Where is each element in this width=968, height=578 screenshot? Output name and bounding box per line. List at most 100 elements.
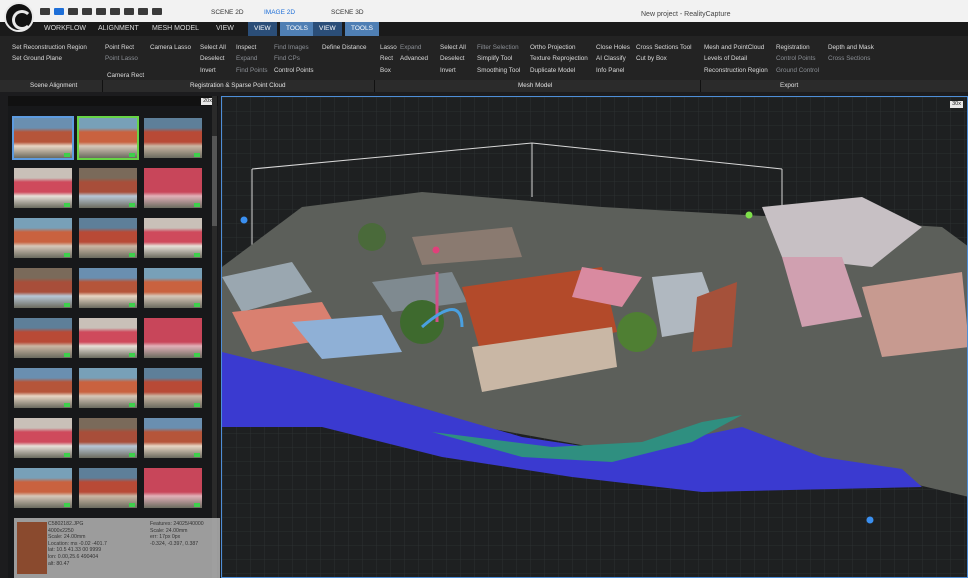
image-thumbnail[interactable] (79, 168, 137, 208)
image-thumbnail[interactable] (79, 418, 137, 458)
simplify-tool-button[interactable]: Simplify Tool (477, 55, 512, 62)
ground-control-point[interactable] (745, 211, 753, 219)
quick-access-toolbar[interactable] (40, 8, 162, 15)
image-thumbnail[interactable] (14, 168, 72, 208)
set-reconstruction-region-button[interactable]: Set Reconstruction Region (12, 44, 87, 51)
duplicate-model-button[interactable]: Duplicate Model (530, 67, 575, 74)
tab-scene-3d[interactable]: SCENE 3D (331, 9, 364, 16)
export-mesh-pointcloud-button[interactable]: Mesh and PointCloud (704, 44, 764, 51)
rect-button[interactable]: Rect (380, 55, 393, 62)
tab-image-2d[interactable]: IMAGE 2D (264, 9, 295, 16)
find-points-button[interactable]: Find Points (236, 67, 268, 74)
image-thumbnail[interactable] (14, 268, 72, 308)
image-thumbnail[interactable] (144, 418, 202, 458)
scrollbar-thumb[interactable] (212, 136, 217, 226)
inspect-button[interactable]: Inspect (236, 44, 256, 51)
texture-reprojection-button[interactable]: Texture Reprojection (530, 55, 588, 62)
export-cross-sections-button[interactable]: Cross Sections (828, 55, 870, 62)
image-thumbnail[interactable] (14, 218, 72, 258)
layout-icon[interactable] (96, 8, 106, 15)
image-thumbnail[interactable] (144, 118, 202, 158)
image-thumbnail[interactable] (14, 368, 72, 408)
export-control-points-button[interactable]: Control Points (776, 55, 816, 62)
smoothing-tool-button[interactable]: Smoothing Tool (477, 67, 520, 74)
info-location: Location: ms -0.02 -401.7 (48, 540, 107, 547)
image-thumbnail[interactable] (144, 168, 202, 208)
tab-view[interactable]: VIEW (313, 22, 342, 36)
image-thumbnail[interactable] (144, 468, 202, 508)
define-distance-button[interactable]: Define Distance (322, 44, 366, 51)
export-ground-control-button[interactable]: Ground Control (776, 67, 819, 74)
image-thumbnail[interactable] (14, 468, 72, 508)
export-registration-button[interactable]: Registration (776, 44, 810, 51)
deselect-button[interactable]: Deselect (200, 55, 225, 62)
menu-view[interactable]: VIEW (216, 25, 234, 32)
cut-by-box-button[interactable]: Cut by Box (636, 55, 667, 62)
tab-tools[interactable]: TOOLS (280, 22, 314, 36)
lasso-button[interactable]: Lasso (380, 44, 397, 51)
image-thumbnail[interactable] (79, 268, 137, 308)
image-thumbnail[interactable] (144, 318, 202, 358)
point-lasso-button[interactable]: Point Lasso (105, 55, 138, 62)
mesh-invert-button[interactable]: Invert (440, 67, 456, 74)
aligned-marker (64, 203, 70, 207)
select-all-button[interactable]: Select All (200, 44, 226, 51)
close-holes-button[interactable]: Close Holes (596, 44, 630, 51)
point-rect-button[interactable]: Point Rect (105, 44, 134, 51)
image-thumbnail[interactable] (79, 318, 137, 358)
ortho-projection-button[interactable]: Ortho Projection (530, 44, 576, 51)
tab-tools[interactable]: TOOLS (345, 22, 379, 36)
mesh-select-all-button[interactable]: Select All (440, 44, 466, 51)
ground-control-point[interactable] (432, 246, 440, 254)
tab-view[interactable]: VIEW (248, 22, 277, 36)
expand-button[interactable]: Expand (400, 44, 421, 51)
export-depth-mask-button[interactable]: Depth and Mask (828, 44, 874, 51)
image-thumbnail[interactable] (79, 468, 137, 508)
image-thumbnail[interactable] (79, 368, 137, 408)
advanced-button[interactable]: Advanced (400, 55, 428, 62)
image-thumbnail[interactable] (144, 218, 202, 258)
cross-sections-tool-button[interactable]: Cross Sections Tool (636, 44, 692, 51)
mesh-deselect-button[interactable]: Deselect (440, 55, 465, 62)
info-lon: lon: 0.00,25.6 490404 (48, 553, 99, 560)
export-reconstruction-region-button[interactable]: Reconstruction Region (704, 67, 768, 74)
levels-of-detail-button[interactable]: Levels of Detail (704, 55, 747, 62)
layout-icon[interactable] (54, 8, 64, 15)
menu-alignment[interactable]: ALIGNMENT (98, 25, 139, 32)
box-button[interactable]: Box (380, 67, 391, 74)
scene-render[interactable] (222, 97, 968, 578)
image-thumbnail[interactable] (79, 218, 137, 258)
image-thumbnail[interactable] (144, 268, 202, 308)
image-thumbnail[interactable] (14, 318, 72, 358)
panel-scrollbar[interactable] (212, 96, 217, 578)
tab-scene-2d[interactable]: SCENE 2D (211, 9, 244, 16)
layout-icon[interactable] (152, 8, 162, 15)
filter-selection-button[interactable]: Filter Selection (477, 44, 519, 51)
layout-icon[interactable] (40, 8, 50, 15)
menu-workflow[interactable]: WORKFLOW (44, 25, 86, 32)
info-panel-button[interactable]: Info Panel (596, 67, 624, 74)
camera-rect-button[interactable]: Camera Rect (107, 72, 144, 79)
scene-3d-viewport[interactable]: 30x (221, 96, 968, 578)
app-logo-icon[interactable] (4, 2, 34, 32)
ground-control-point[interactable] (240, 216, 248, 224)
ground-control-point[interactable] (866, 516, 874, 524)
invert-button[interactable]: Invert (200, 67, 216, 74)
set-ground-plane-button[interactable]: Set Ground Plane (12, 55, 62, 62)
menu-mesh-model[interactable]: MESH MODEL (152, 25, 199, 32)
camera-lasso-button[interactable]: Camera Lasso (150, 44, 191, 51)
find-images-button[interactable]: Find Images (274, 44, 309, 51)
layout-icon[interactable] (124, 8, 134, 15)
image-thumbnail[interactable] (144, 368, 202, 408)
image-thumbnail[interactable] (12, 116, 74, 160)
control-points-button[interactable]: Control Points (274, 67, 314, 74)
image-thumbnail[interactable] (77, 116, 139, 160)
ai-classify-button[interactable]: AI Classify (596, 55, 626, 62)
layout-icon[interactable] (82, 8, 92, 15)
layout-icon[interactable] (68, 8, 78, 15)
layout-icon[interactable] (138, 8, 148, 15)
layout-icon[interactable] (110, 8, 120, 15)
find-cps-button[interactable]: Find CPs (274, 55, 300, 62)
image-thumbnail[interactable] (14, 418, 72, 458)
expand-button[interactable]: Expand (236, 55, 257, 62)
